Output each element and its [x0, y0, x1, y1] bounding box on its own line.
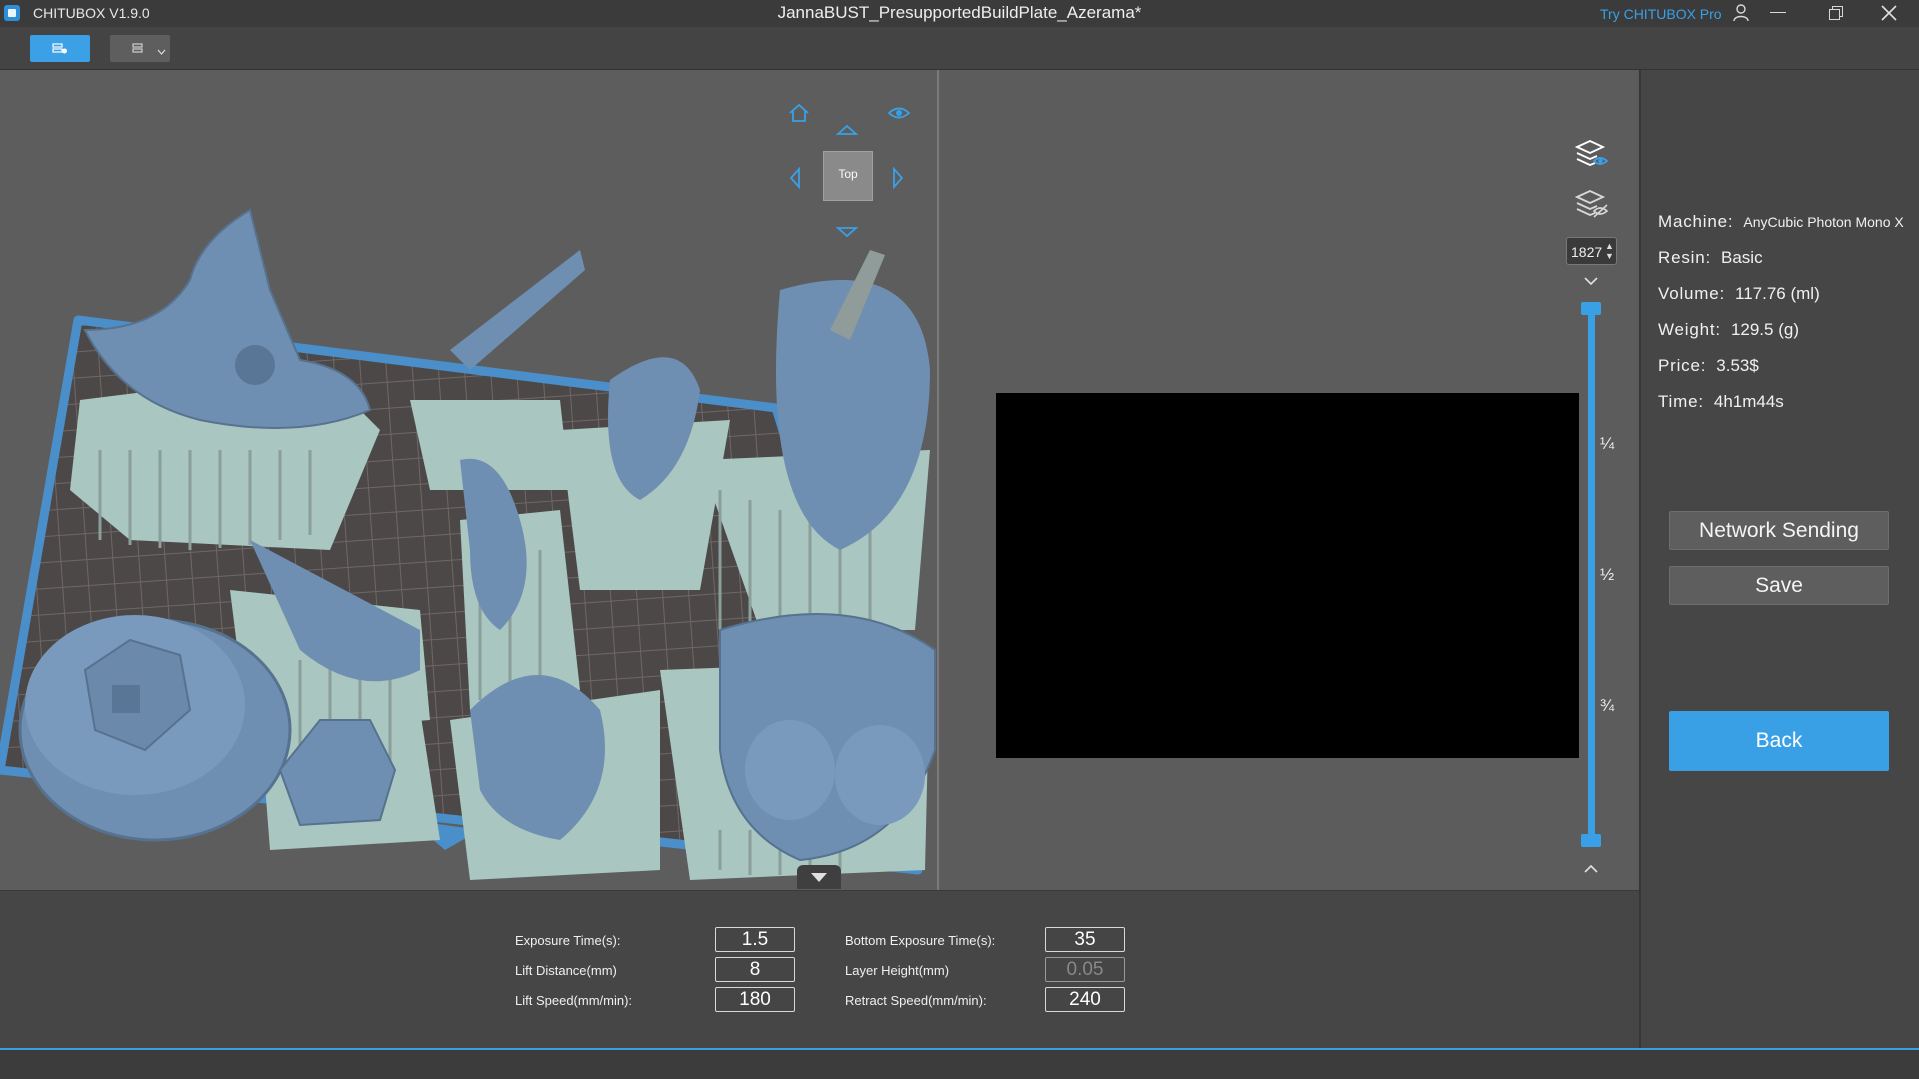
lift-distance-label: Lift Distance(mm) [515, 963, 617, 978]
slider-mark-three-quarter: ¾ [1600, 696, 1615, 715]
price-row: Price: 3.53$ [1658, 356, 1759, 376]
dropdown-chevron-icon [157, 49, 166, 55]
chevron-down-icon[interactable] [1583, 276, 1599, 286]
bottom-exposure-label: Bottom Exposure Time(s): [845, 933, 996, 948]
network-sending-button[interactable]: Network Sending [1669, 511, 1889, 550]
toolbar [0, 27, 1919, 70]
lift-speed-input[interactable]: 180 [715, 987, 795, 1012]
collapse-settings-tab[interactable] [797, 865, 841, 889]
retract-speed-label: Retract Speed(mm/min): [845, 993, 987, 1008]
lift-distance-input[interactable]: 8 [715, 957, 795, 982]
chitubox-window: CHITUBOX V1.9.0 JannaBUST_PresupportedBu… [0, 0, 1919, 1079]
time-value: 4h1m44s [1713, 392, 1784, 411]
volume-label: Volume: [1658, 284, 1726, 303]
time-row: Time: 4h1m44s [1658, 392, 1784, 412]
volume-value: 117.76 (ml) [1735, 284, 1820, 303]
machine-value: AnyCubic Photon Mono X [1743, 214, 1904, 230]
resin-row: Resin: Basic [1658, 248, 1763, 268]
layer-hidden-icon[interactable] [1575, 187, 1609, 221]
chevron-up-icon[interactable] [1583, 864, 1599, 874]
back-button[interactable]: Back [1669, 711, 1889, 771]
title-bar: CHITUBOX V1.9.0 JannaBUST_PresupportedBu… [0, 0, 1919, 27]
3d-viewport[interactable] [0, 70, 937, 890]
lift-speed-label: Lift Speed(mm/min): [515, 993, 633, 1008]
minimize-icon[interactable] [1770, 12, 1786, 13]
home-icon[interactable] [787, 101, 811, 125]
model-view-button[interactable] [110, 35, 170, 62]
retract-speed-input[interactable]: 240 [1045, 987, 1125, 1012]
eye-icon[interactable] [887, 101, 911, 125]
slider-mark-quarter: ¼ [1600, 434, 1615, 453]
layer-visible-icon[interactable] [1575, 137, 1609, 171]
weight-row: Weight: 129.5 (g) [1658, 320, 1799, 340]
model-icon [132, 43, 143, 53]
build-plate-scene [0, 208, 936, 880]
view-cube-label: Top [838, 167, 858, 181]
user-icon[interactable] [1733, 4, 1749, 22]
resin-value: Basic [1721, 248, 1763, 267]
layer-number-spinbox[interactable]: 1827 ▲ ▼ [1566, 237, 1617, 265]
exposure-time-input[interactable]: 1.5 [715, 927, 795, 952]
resin-label: Resin: [1658, 248, 1711, 267]
save-button[interactable]: Save [1669, 566, 1889, 605]
price-value: 3.53$ [1716, 356, 1759, 375]
layer-height-label: Layer Height(mm) [845, 963, 950, 978]
layer-slider-bottom-handle[interactable] [1581, 834, 1601, 847]
bottom-exposure-input[interactable]: 35 [1045, 927, 1125, 952]
price-label: Price: [1658, 356, 1707, 375]
close-icon[interactable] [1880, 4, 1898, 22]
layer-preview-screen [996, 393, 1579, 758]
weight-value: 129.5 (g) [1730, 320, 1799, 339]
arrow-right-icon[interactable] [886, 166, 910, 190]
slice-icon [52, 43, 67, 54]
maximize-icon[interactable] [1829, 6, 1843, 20]
status-bar [0, 1050, 1919, 1079]
arrow-left-icon[interactable] [783, 166, 807, 190]
arrow-up-icon[interactable] [835, 118, 859, 142]
layer-number-value: 1827 [1571, 244, 1603, 260]
view-cube[interactable]: Top [823, 151, 873, 201]
machine-row: Machine: AnyCubic Photon Mono X [1658, 212, 1904, 232]
arrow-down-icon[interactable] [835, 220, 859, 244]
try-pro-link[interactable]: Try CHITUBOX Pro [1600, 6, 1722, 22]
layer-height-input: 0.05 [1045, 957, 1125, 982]
volume-row: Volume: 117.76 (ml) [1658, 284, 1820, 304]
layer-slider-top-handle[interactable] [1581, 302, 1601, 315]
print-settings-panel [0, 890, 1639, 1048]
layer-slider-track[interactable] [1588, 306, 1595, 841]
slice-view-button[interactable] [30, 35, 90, 62]
weight-label: Weight: [1658, 320, 1721, 339]
time-label: Time: [1658, 392, 1704, 411]
spin-arrows-icon[interactable]: ▲ ▼ [1605, 241, 1614, 261]
exposure-time-label: Exposure Time(s): [515, 933, 621, 948]
slider-mark-half: ½ [1600, 565, 1615, 584]
machine-label: Machine: [1658, 212, 1734, 231]
